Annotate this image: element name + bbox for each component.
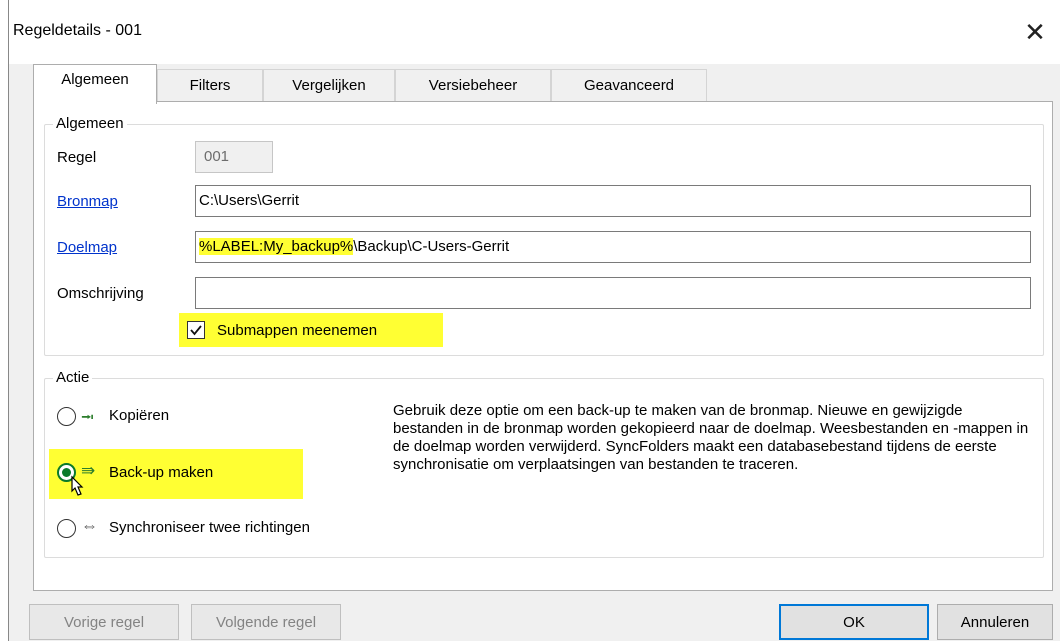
target-folder-field[interactable]: %LABEL:My_backup%\Backup\C-Users-Gerrit [195,231,1031,263]
action-description: Gebruik deze optie om een back-up te mak… [393,402,1029,473]
general-group: Algemeen Regel 001 Bronmap C:\Users\Gerr… [44,115,1044,356]
general-group-label: Algemeen [53,115,127,132]
title-bar: Regeldetails - 001 ✕ [9,0,1060,64]
description-field[interactable] [195,277,1031,309]
subfolders-label[interactable]: Submappen meenemen [217,322,377,339]
description-label: Omschrijving [57,285,144,302]
radio-backup-label[interactable]: Back-up maken [109,464,213,481]
rule-label: Regel [57,149,97,166]
target-label-token: %LABEL:My_backup% [199,238,354,255]
tab-panel-algemeen: Algemeen Regel 001 Bronmap C:\Users\Gerr… [33,101,1053,591]
target-path-rest: \Backup\C-Users-Gerrit [353,238,510,255]
action-group-label: Actie [53,369,93,386]
radio-copy-label[interactable]: Kopiëren [109,407,169,424]
dialog-window: Regeldetails - 001 ✕ Algemeen Filters Ve… [8,0,1060,641]
rule-field: 001 [195,141,273,173]
tab-geavanceerd[interactable]: Geavanceerd [551,69,707,102]
prev-rule-button[interactable]: Vorige regel [29,604,179,640]
tab-algemeen[interactable]: Algemeen [33,64,157,104]
tab-filters[interactable]: Filters [157,69,263,102]
source-folder-link[interactable]: Bronmap [57,193,118,210]
ok-button[interactable]: OK [779,604,929,640]
next-rule-button[interactable]: Volgende regel [191,604,341,640]
tab-vergelijken[interactable]: Vergelijken [263,69,395,102]
source-folder-field[interactable]: C:\Users\Gerrit [195,185,1031,217]
two-way-arrow-icon: ⇔ [81,516,98,535]
checkmark-icon [190,325,202,336]
tab-versiebeheer[interactable]: Versiebeheer [395,69,551,102]
target-folder-link[interactable]: Doelmap [57,239,117,256]
window-title: Regeldetails - 001 [13,22,142,39]
radio-sync-label[interactable]: Synchroniseer twee richtingen [109,519,310,536]
subfolders-checkbox[interactable] [187,321,205,339]
radio-sync[interactable] [57,519,76,538]
cancel-button[interactable]: Annuleren [937,604,1053,640]
copy-arrow-icon: ⭲ [81,408,94,427]
mouse-cursor-icon [71,475,84,496]
radio-copy[interactable] [57,407,76,426]
tab-strip: Algemeen Filters Vergelijken Versiebehee… [33,64,713,104]
close-icon[interactable]: ✕ [1017,14,1053,50]
